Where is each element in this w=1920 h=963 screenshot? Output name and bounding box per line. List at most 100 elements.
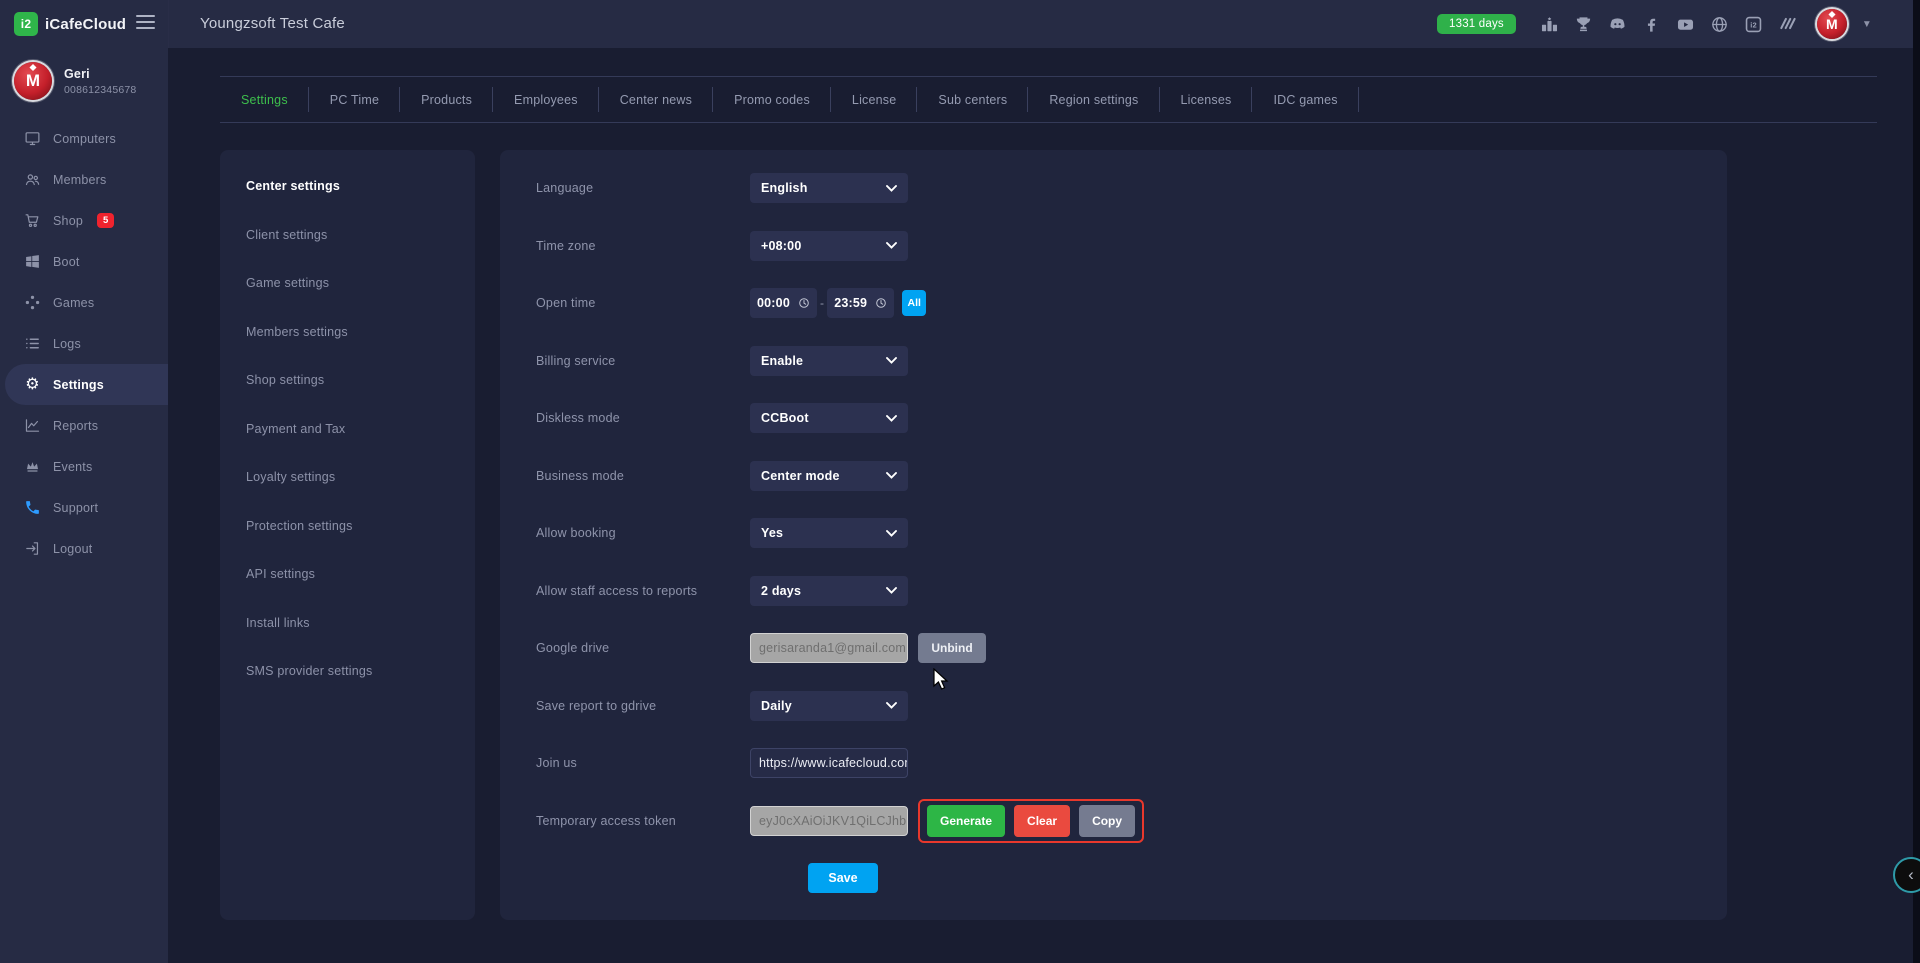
- settings-menu-center-settings[interactable]: Center settings: [220, 162, 475, 211]
- field-control: Center mode: [750, 461, 908, 491]
- clock-icon: [875, 297, 887, 309]
- temporary-access-token-input[interactable]: eyJ0cXAiOiJKV1QiLCJhbGciOi: [750, 806, 908, 836]
- settings-menu-game-settings[interactable]: Game settings: [220, 259, 475, 308]
- field-label: Diskless mode: [536, 411, 750, 425]
- save-report-to-gdrive-select[interactable]: Daily: [750, 691, 908, 721]
- tabs-bar: SettingsPC TimeProductsEmployeesCenter n…: [220, 76, 1877, 123]
- settings-menu-sms-provider-settings[interactable]: SMS provider settings: [220, 647, 475, 696]
- tab-products[interactable]: Products: [400, 77, 493, 122]
- chevron-down-icon[interactable]: ▼: [1862, 19, 1872, 30]
- join-us-input[interactable]: https://www.icafecloud.com: [750, 748, 908, 778]
- select-value: Enable: [761, 354, 803, 368]
- tab-settings[interactable]: Settings: [220, 77, 309, 122]
- copy-button[interactable]: Copy: [1079, 805, 1135, 837]
- layers-icon[interactable]: [1777, 14, 1798, 35]
- settings-menu-shop-settings[interactable]: Shop settings: [220, 356, 475, 405]
- unbind-button[interactable]: Unbind: [918, 633, 986, 663]
- allow-staff-access-to-reports-select[interactable]: 2 days: [750, 576, 908, 606]
- trophy-icon[interactable]: [1573, 14, 1594, 35]
- save-button[interactable]: Save: [808, 863, 878, 893]
- sidebar-item-members[interactable]: Members: [0, 159, 168, 200]
- diskless-mode-select[interactable]: CCBoot: [750, 403, 908, 433]
- user-block[interactable]: M Geri 008612345678: [0, 48, 168, 114]
- select-value: +08:00: [761, 239, 801, 253]
- tab-licenses[interactable]: Licenses: [1160, 77, 1253, 122]
- open-time-end-input[interactable]: 23:59: [827, 288, 894, 318]
- field-label: Join us: [536, 756, 750, 770]
- tab-region-settings[interactable]: Region settings: [1028, 77, 1159, 122]
- discord-icon[interactable]: [1607, 14, 1628, 35]
- field-control: https://www.icafecloud.com: [750, 748, 908, 778]
- field-label: Save report to gdrive: [536, 699, 750, 713]
- settings-menu-protection-settings[interactable]: Protection settings: [220, 502, 475, 551]
- billing-service-select[interactable]: Enable: [750, 346, 908, 376]
- clear-button[interactable]: Clear: [1014, 805, 1070, 837]
- form-row-time-zone: Time zone +08:00: [500, 231, 1727, 261]
- form-row-google-drive: Google drivegerisaranda1@gmail.comUnbind: [500, 633, 1727, 663]
- sidebar-item-events[interactable]: Events: [0, 446, 168, 487]
- settings-menu-members-settings[interactable]: Members settings: [220, 308, 475, 357]
- allow-booking-select[interactable]: Yes: [750, 518, 908, 548]
- generate-button[interactable]: Generate: [927, 805, 1005, 837]
- settings-menu-api-settings[interactable]: API settings: [220, 550, 475, 599]
- settings-menu-loyalty-settings[interactable]: Loyalty settings: [220, 453, 475, 502]
- language-select[interactable]: English: [750, 173, 908, 203]
- sidebar-item-settings[interactable]: ⚙Settings: [5, 364, 168, 405]
- topbar-divider: [168, 0, 169, 48]
- form-row-allow-booking: Allow bookingYes: [500, 518, 1727, 548]
- token-buttons-highlight-box: Generate Clear Copy: [918, 799, 1144, 843]
- sidebar-item-logs[interactable]: Logs: [0, 323, 168, 364]
- select-value: English: [761, 181, 808, 195]
- time-zone-select[interactable]: +08:00: [750, 231, 908, 261]
- tab-employees[interactable]: Employees: [493, 77, 599, 122]
- icafecloud-icon[interactable]: i2: [1743, 14, 1764, 35]
- sidebar-item-logout[interactable]: Logout: [0, 528, 168, 569]
- brand[interactable]: i2 iCafeCloud: [14, 0, 126, 48]
- sidebar-item-support[interactable]: Support: [0, 487, 168, 528]
- sidebar-item-boot[interactable]: Boot: [0, 241, 168, 282]
- sidebar-item-label: Logs: [53, 337, 81, 351]
- page-title: Youngzsoft Test Cafe: [200, 0, 345, 48]
- settings-menu-install-links[interactable]: Install links: [220, 599, 475, 648]
- tab-idc-games[interactable]: IDC games: [1252, 77, 1358, 122]
- shop-count-badge: 5: [97, 213, 114, 228]
- user-phone: 008612345678: [64, 84, 136, 96]
- sidebar-item-computers[interactable]: Computers: [0, 118, 168, 159]
- tab-pc-time[interactable]: PC Time: [309, 77, 400, 122]
- sidebar-item-label: Games: [53, 296, 94, 310]
- youtube-icon[interactable]: [1675, 14, 1696, 35]
- select-value: 2 days: [761, 584, 801, 598]
- sidebar-item-label: Shop: [53, 214, 83, 228]
- settings-icon: ⚙: [24, 376, 41, 393]
- sidebar-item-shop[interactable]: Shop 5: [0, 200, 168, 241]
- facebook-icon[interactable]: [1641, 14, 1662, 35]
- tab-sub-centers[interactable]: Sub centers: [917, 77, 1028, 122]
- settings-menu-payment-and-tax[interactable]: Payment and Tax: [220, 405, 475, 454]
- field-control: Daily: [750, 691, 908, 721]
- business-mode-select[interactable]: Center mode: [750, 461, 908, 491]
- google-drive-input[interactable]: gerisaranda1@gmail.com: [750, 633, 908, 663]
- topbar-right: 1331 days i2 M ▼: [1437, 0, 1872, 48]
- field-label: Time zone: [536, 239, 750, 253]
- settings-menu-client-settings[interactable]: Client settings: [220, 211, 475, 260]
- avatar[interactable]: M: [1817, 9, 1847, 39]
- field-control: 2 days: [750, 576, 908, 606]
- sidebar-item-reports[interactable]: Reports: [0, 405, 168, 446]
- all-day-button[interactable]: All: [902, 290, 926, 316]
- tab-license[interactable]: License: [831, 77, 918, 122]
- logout-icon: [24, 540, 41, 557]
- field-control: CCBoot: [750, 403, 908, 433]
- scrollbar-track[interactable]: [1913, 0, 1920, 963]
- tab-center-news[interactable]: Center news: [599, 77, 713, 122]
- hamburger-menu-icon[interactable]: [136, 15, 155, 33]
- open-time-start-input[interactable]: 00:00: [750, 288, 817, 318]
- sidebar-item-label: Support: [53, 501, 98, 515]
- sidebar-item-label: Events: [53, 460, 92, 474]
- ranking-icon[interactable]: [1539, 14, 1560, 35]
- logs-icon: [24, 335, 41, 352]
- field-control: Enable: [750, 346, 908, 376]
- tab-promo-codes[interactable]: Promo codes: [713, 77, 831, 122]
- globe-icon[interactable]: [1709, 14, 1730, 35]
- days-badge[interactable]: 1331 days: [1437, 14, 1516, 34]
- sidebar-item-games[interactable]: Games: [0, 282, 168, 323]
